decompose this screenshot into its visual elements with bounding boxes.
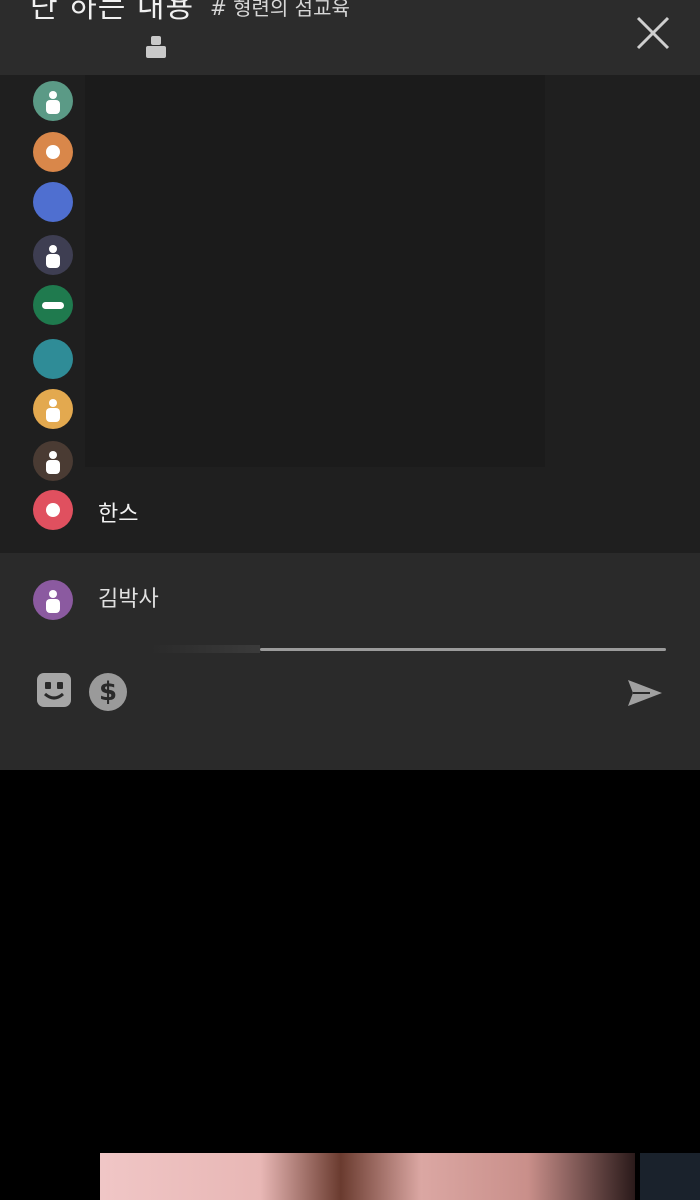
user-avatar[interactable] — [33, 182, 73, 222]
user-avatar[interactable] — [33, 285, 73, 325]
user-avatar[interactable] — [33, 339, 73, 379]
comic-panel-image — [100, 1153, 635, 1200]
person-icon — [46, 91, 60, 114]
user-avatar[interactable] — [33, 132, 73, 172]
dot-icon — [46, 145, 60, 159]
user-avatar[interactable] — [33, 490, 73, 530]
person-icon — [46, 245, 60, 268]
dollar-icon[interactable]: $ — [89, 673, 127, 711]
compose-avatar — [33, 580, 73, 620]
dot-icon — [46, 503, 60, 517]
compose-username: 김박사 — [98, 587, 159, 612]
chat-message-list[interactable]: 한스 — [0, 75, 700, 553]
minus-icon — [42, 302, 64, 309]
page-title: 단 하는 내용 — [30, 0, 195, 25]
message-input[interactable] — [260, 648, 666, 651]
user-icon[interactable] — [146, 36, 166, 58]
comic-panel-edge — [640, 1153, 700, 1200]
user-avatar[interactable] — [33, 81, 73, 121]
hashtag: # 형련의 섬교육 — [210, 0, 350, 20]
sticker-icon[interactable] — [36, 672, 72, 708]
message-username: 한스 — [98, 502, 139, 527]
message-content-area — [85, 75, 545, 467]
user-avatar[interactable] — [33, 235, 73, 275]
user-avatar[interactable] — [33, 441, 73, 481]
chat-header: 단 하는 내용 # 형련의 섬교육 — [0, 0, 700, 75]
send-icon[interactable] — [626, 678, 664, 708]
input-fade — [150, 645, 260, 653]
compose-area: 김박사 $ — [0, 553, 700, 770]
close-icon[interactable] — [634, 14, 672, 52]
person-icon — [46, 399, 60, 422]
user-avatar[interactable] — [33, 389, 73, 429]
person-icon — [46, 451, 60, 474]
